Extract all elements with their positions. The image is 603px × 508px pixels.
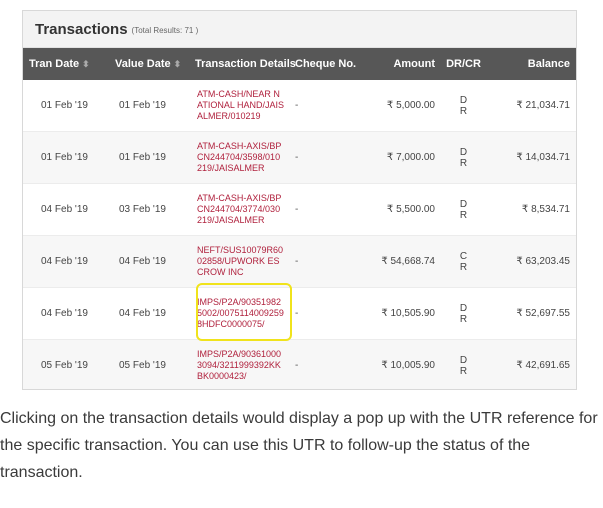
caption-text: Clicking on the transaction details woul… <box>0 410 598 481</box>
value-date-cell: 03 Feb '19 <box>101 183 193 236</box>
drcr-cell: CR <box>441 235 486 288</box>
transactions-panel: Transactions (Total Results: 71 ) Tran D… <box>22 10 577 390</box>
balance-cell: ₹ 21,034.71 <box>486 80 576 132</box>
panel-title: Transactions <box>35 20 128 38</box>
table-row: 04 Feb '19 03 Feb '19 ATM-CASH-AXIS/BPCN… <box>23 183 576 236</box>
col-balance: Balance <box>486 48 576 80</box>
value-date-cell: 01 Feb '19 <box>101 131 193 184</box>
table-row: 01 Feb '19 01 Feb '19 ATM-CASH/NEAR NATI… <box>23 80 576 132</box>
sort-icon[interactable]: ⬍ <box>174 59 182 69</box>
transaction-details-text: ATM-CASH/NEAR NATIONAL HAND/JAISALMER/01… <box>197 89 285 121</box>
table-row: 04 Feb '19 04 Feb '19 NEFT/SUS10079R6002… <box>23 235 576 288</box>
transactions-table: Tran Date ⬍ Value Date ⬍ Transaction Detai… <box>23 48 576 389</box>
col-details: Transaction Details <box>193 48 296 80</box>
amount-cell: ₹ 10,005.90 <box>367 339 441 389</box>
table-header-row: Tran Date ⬍ Value Date ⬍ Transaction Detai… <box>23 48 576 80</box>
table-row: 04 Feb '19 04 Feb '19 IMPS/P2A/903519825… <box>23 287 576 340</box>
transaction-details-link[interactable]: ATM-CASH-AXIS/BPCN244704/3774/030219/JAI… <box>193 183 289 236</box>
col-details-label: Transaction Details <box>195 58 296 70</box>
total-results: (Total Results: 71 ) <box>131 26 199 35</box>
table-row: 01 Feb '19 01 Feb '19 ATM-CASH-AXIS/BPCN… <box>23 131 576 184</box>
drcr-cell: DR <box>441 131 486 184</box>
cheque-cell: - <box>289 131 367 184</box>
value-date-cell: 04 Feb '19 <box>101 235 193 288</box>
transaction-details-link[interactable]: ATM-CASH-AXIS/BPCN244704/3598/010219/JAI… <box>193 131 289 184</box>
sort-icon[interactable]: ⬍ <box>82 59 90 69</box>
amount-cell: ₹ 5,500.00 <box>367 183 441 236</box>
col-cheque-label: Cheque No. <box>295 58 357 70</box>
col-value-date-label: Value Date <box>115 58 171 70</box>
balance-cell: ₹ 14,034.71 <box>486 131 576 184</box>
value-date-cell: 05 Feb '19 <box>101 339 193 389</box>
drcr-cell: DR <box>441 80 486 132</box>
cheque-cell: - <box>289 287 367 340</box>
amount-cell: ₹ 54,668.74 <box>367 235 441 288</box>
amount-cell: ₹ 7,000.00 <box>367 131 441 184</box>
drcr-cell: DR <box>441 183 486 236</box>
amount-cell: ₹ 10,505.90 <box>367 287 441 340</box>
col-amount: Amount <box>367 48 441 80</box>
col-balance-label: Balance <box>527 58 570 70</box>
cheque-cell: - <box>289 235 367 288</box>
col-value-date[interactable]: Value Date ⬍ <box>101 48 193 80</box>
balance-cell: ₹ 52,697.55 <box>486 287 576 340</box>
transaction-details-link[interactable]: IMPS/P2A/903519825002/00751140092598HDFC… <box>193 287 289 340</box>
tran-date-cell: 04 Feb '19 <box>23 235 101 288</box>
cheque-cell: - <box>289 339 367 389</box>
tran-date-cell: 01 Feb '19 <box>23 80 101 132</box>
transaction-details-text: ATM-CASH-AXIS/BPCN244704/3598/010219/JAI… <box>197 141 282 173</box>
tran-date-cell: 01 Feb '19 <box>23 131 101 184</box>
col-tran-date[interactable]: Tran Date ⬍ <box>23 48 101 80</box>
col-drcr-label: DR/CR <box>446 58 481 70</box>
col-cheque: Cheque No. <box>289 48 367 80</box>
col-amount-label: Amount <box>393 58 435 70</box>
transaction-details-text: IMPS/P2A/903610003094/3211999392KKBK0000… <box>197 349 282 381</box>
table-row: 05 Feb '19 05 Feb '19 IMPS/P2A/903610003… <box>23 339 576 389</box>
transaction-details-text: ATM-CASH-AXIS/BPCN244704/3774/030219/JAI… <box>197 193 282 225</box>
amount-cell: ₹ 5,000.00 <box>367 80 441 132</box>
transaction-details-link[interactable]: ATM-CASH/NEAR NATIONAL HAND/JAISALMER/01… <box>193 80 289 132</box>
col-tran-date-label: Tran Date <box>29 58 80 70</box>
balance-cell: ₹ 42,691.65 <box>486 339 576 389</box>
tran-date-cell: 05 Feb '19 <box>23 339 101 389</box>
balance-cell: ₹ 63,203.45 <box>486 235 576 288</box>
transaction-details-text: IMPS/P2A/903519825002/00751140092598HDFC… <box>197 297 284 329</box>
col-drcr: DR/CR <box>441 48 486 80</box>
panel-header: Transactions (Total Results: 71 ) <box>23 11 576 48</box>
drcr-cell: DR <box>441 287 486 340</box>
value-date-cell: 04 Feb '19 <box>101 287 193 340</box>
balance-cell: ₹ 8,534.71 <box>486 183 576 236</box>
value-date-cell: 01 Feb '19 <box>101 80 193 132</box>
tran-date-cell: 04 Feb '19 <box>23 183 101 236</box>
cheque-cell: - <box>289 80 367 132</box>
cheque-cell: - <box>289 183 367 236</box>
transaction-details-link[interactable]: IMPS/P2A/903610003094/3211999392KKBK0000… <box>193 339 289 389</box>
transaction-details-text: NEFT/SUS10079R6002858/UPWORK ESCROW INC <box>197 245 284 277</box>
tran-date-cell: 04 Feb '19 <box>23 287 101 340</box>
drcr-cell: DR <box>441 339 486 389</box>
transaction-details-link[interactable]: NEFT/SUS10079R6002858/UPWORK ESCROW INC <box>193 235 289 288</box>
